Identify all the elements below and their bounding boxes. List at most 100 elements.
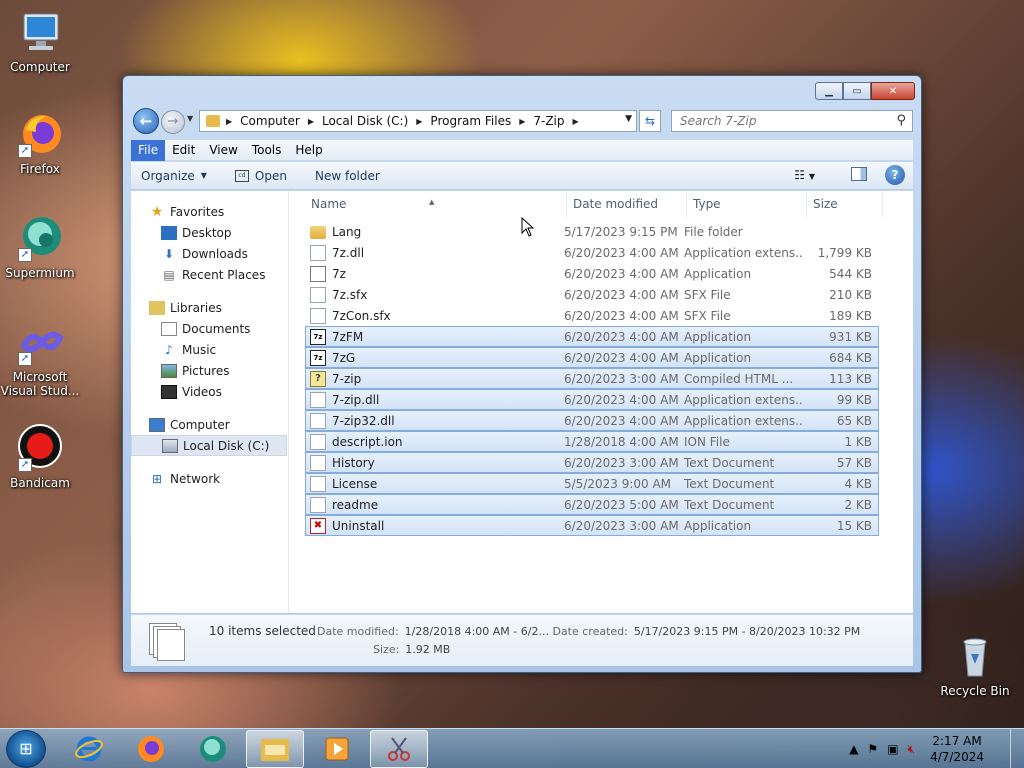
nav-computer[interactable]: Computer xyxy=(131,414,288,435)
nav-desktop[interactable]: Desktop xyxy=(131,222,288,243)
desktop-icon-visual-studio[interactable]: ➚ Microsoft Visual Stud... xyxy=(0,318,80,398)
file-row[interactable]: 7z.sfx 6/20/2023 4:00 AM SFX File 210 KB xyxy=(305,284,879,305)
breadcrumb-separator[interactable]: ▶ xyxy=(416,117,422,126)
clock[interactable]: 2:17 AM 4/7/2024 xyxy=(930,733,984,765)
file-row[interactable]: readme 6/20/2023 5:00 AM Text Document 2 KB xyxy=(305,494,879,515)
change-view-button[interactable]: ☷ ▼ xyxy=(776,168,815,182)
menu-help[interactable]: Help xyxy=(288,140,329,161)
nav-pictures[interactable]: Pictures xyxy=(131,360,288,381)
column-header-name[interactable]: Name ▲ xyxy=(305,191,567,217)
recent-pages-dropdown[interactable]: ▼ xyxy=(187,114,193,123)
file-row[interactable]: ? 7-zip 6/20/2023 3:00 AM Compiled HTML ...… xyxy=(305,368,879,389)
list-view-icon: ☷ xyxy=(794,168,806,182)
desktop-icon-computer[interactable]: Computer xyxy=(0,8,80,74)
explorer-window[interactable]: ▁ ▭ ✕ ← → ▼ ▶ Computer ▶ Local Disk (C:) ▶… xyxy=(122,75,922,673)
file-size: 65 KB xyxy=(836,413,872,428)
taskbar-windows-explorer[interactable] xyxy=(246,730,304,768)
nav-videos[interactable]: Videos xyxy=(131,381,288,402)
open-button[interactable]: cd Open xyxy=(234,169,287,183)
breadcrumb-computer[interactable]: Computer ▶ xyxy=(240,114,322,128)
file-row[interactable]: descript.ion 1/28/2018 4:00 AM ION File 1 K… xyxy=(305,431,879,452)
help-icon[interactable]: ? xyxy=(885,165,905,185)
new-folder-button[interactable]: New folder xyxy=(315,169,380,183)
file-row[interactable]: 7-zip32.dll 6/20/2023 4:00 AM Application … xyxy=(305,410,879,431)
breadcrumb-local-disk[interactable]: Local Disk (C:) ▶ xyxy=(322,114,430,128)
desktop-icon-label: Firefox xyxy=(20,162,60,176)
breadcrumb-7-zip[interactable]: 7-Zip ▶ xyxy=(533,114,586,128)
volume-muted-icon[interactable]: 🔇︎ xyxy=(908,742,916,757)
file-row[interactable]: ✖ Uninstall 6/20/2023 3:00 AM Application 15… xyxy=(305,515,879,536)
forward-button[interactable]: → xyxy=(161,110,185,134)
file-row[interactable]: 7z 7zG 6/20/2023 4:00 AM Application 684 KB xyxy=(305,347,879,368)
breadcrumb-separator[interactable]: ▶ xyxy=(308,117,314,126)
search-icon[interactable]: ⚲ xyxy=(896,113,906,128)
column-header-size[interactable]: Size xyxy=(807,191,883,217)
address-bar[interactable]: ▶ Computer ▶ Local Disk (C:) ▶ Program Fil… xyxy=(199,110,637,132)
action-center-icon[interactable]: ⚑ xyxy=(867,742,878,756)
desktop-icon-bandicam[interactable]: ➚ Bandicam xyxy=(0,424,80,490)
media-player-icon xyxy=(325,737,349,761)
firefox-icon xyxy=(138,736,164,762)
file-row[interactable]: 7z 7zFM 6/20/2023 4:00 AM Application 931 KB xyxy=(305,326,879,347)
refresh-button[interactable]: ⇆ xyxy=(639,110,661,132)
menu-tools[interactable]: Tools xyxy=(245,140,289,161)
scissors-icon xyxy=(388,737,410,761)
address-dropdown[interactable]: ▼ xyxy=(625,114,632,124)
desktop-icon-supermium[interactable]: ➚ Supermium xyxy=(0,214,80,280)
file-row[interactable]: Lang 5/17/2023 9:15 PM File folder xyxy=(305,221,879,242)
file-row[interactable]: History 6/20/2023 3:00 AM Text Document 57 … xyxy=(305,452,879,473)
file-date: 6/20/2023 5:00 AM xyxy=(564,497,679,512)
taskbar-firefox[interactable] xyxy=(122,730,180,768)
nav-recent-places[interactable]: ▤ Recent Places xyxy=(131,264,288,285)
file-type: Application xyxy=(684,518,752,533)
taskbar-media-player[interactable] xyxy=(308,730,366,768)
nav-libraries[interactable]: Libraries xyxy=(131,297,288,318)
breadcrumb-label: Local Disk (C:) xyxy=(321,114,409,128)
nav-music[interactable]: ♪ Music xyxy=(131,339,288,360)
breadcrumb-program-files[interactable]: Program Files ▶ xyxy=(430,114,533,128)
breadcrumb-separator[interactable]: ▶ xyxy=(519,117,525,126)
column-header-type[interactable]: Type xyxy=(687,191,807,217)
file-row[interactable]: 7z.dll 6/20/2023 4:00 AM Application exten… xyxy=(305,242,879,263)
file-row[interactable]: 7zCon.sfx 6/20/2023 4:00 AM SFX File 189 KB xyxy=(305,305,879,326)
menu-edit[interactable]: Edit xyxy=(165,140,202,161)
file-row[interactable]: 7z 6/20/2023 4:00 AM Application 544 KB xyxy=(305,263,879,284)
details-size: Size: 1.92 MB xyxy=(373,643,450,656)
visual-studio-icon: ➚ xyxy=(16,318,64,366)
search-box[interactable]: ⚲ xyxy=(671,110,913,132)
menu-view[interactable]: View xyxy=(202,140,244,161)
folder-icon xyxy=(310,226,326,239)
close-button[interactable]: ✕ xyxy=(871,82,915,100)
show-hidden-icons-button[interactable]: ▲ xyxy=(849,742,858,756)
desktop-icon-recycle-bin[interactable]: Recycle Bin xyxy=(935,632,1015,698)
minimize-button[interactable]: ▁ xyxy=(815,82,843,100)
start-button[interactable]: ⊞ xyxy=(6,730,46,768)
preview-pane-button[interactable] xyxy=(833,166,867,184)
system-tray: ▲ ⚑ ▣ 🔇︎ 2:17 AM 4/7/2024 xyxy=(849,729,984,768)
nav-downloads[interactable]: ⬇ Downloads xyxy=(131,243,288,264)
file-row[interactable]: 7-zip.dll 6/20/2023 4:00 AM Application ex… xyxy=(305,389,879,410)
nav-network[interactable]: ⊞ Network xyxy=(131,468,288,489)
show-desktop-button[interactable] xyxy=(1010,729,1024,768)
file-row[interactable]: License 5/5/2023 9:00 AM Text Document 4 KB xyxy=(305,473,879,494)
back-button[interactable]: ← xyxy=(133,108,159,134)
firefox-icon: ➚ xyxy=(16,110,64,158)
breadcrumb-separator[interactable]: ▶ xyxy=(573,117,579,126)
file-name: 7zG xyxy=(332,350,356,365)
menu-file[interactable]: File xyxy=(131,139,166,161)
nav-local-disk[interactable]: Local Disk (C:) xyxy=(131,435,287,456)
desktop-icon-label: Recycle Bin xyxy=(940,684,1010,698)
nav-favorites[interactable]: ★ Favorites xyxy=(131,201,288,222)
file-type: Compiled HTML ... xyxy=(684,371,794,386)
taskbar-internet-explorer[interactable] xyxy=(60,730,118,768)
taskbar-snipping-tool[interactable] xyxy=(370,730,428,768)
maximize-button[interactable]: ▭ xyxy=(843,82,871,100)
column-header-date[interactable]: Date modified xyxy=(567,191,687,217)
breadcrumb-separator[interactable]: ▶ xyxy=(226,117,240,126)
organize-button[interactable]: Organize ▼ xyxy=(141,169,207,183)
taskbar-supermium[interactable] xyxy=(184,730,242,768)
nav-documents[interactable]: Documents xyxy=(131,318,288,339)
desktop-icon-firefox[interactable]: ➚ Firefox xyxy=(0,110,80,176)
network-icon[interactable]: ▣ xyxy=(887,742,898,756)
search-input[interactable] xyxy=(680,114,880,128)
